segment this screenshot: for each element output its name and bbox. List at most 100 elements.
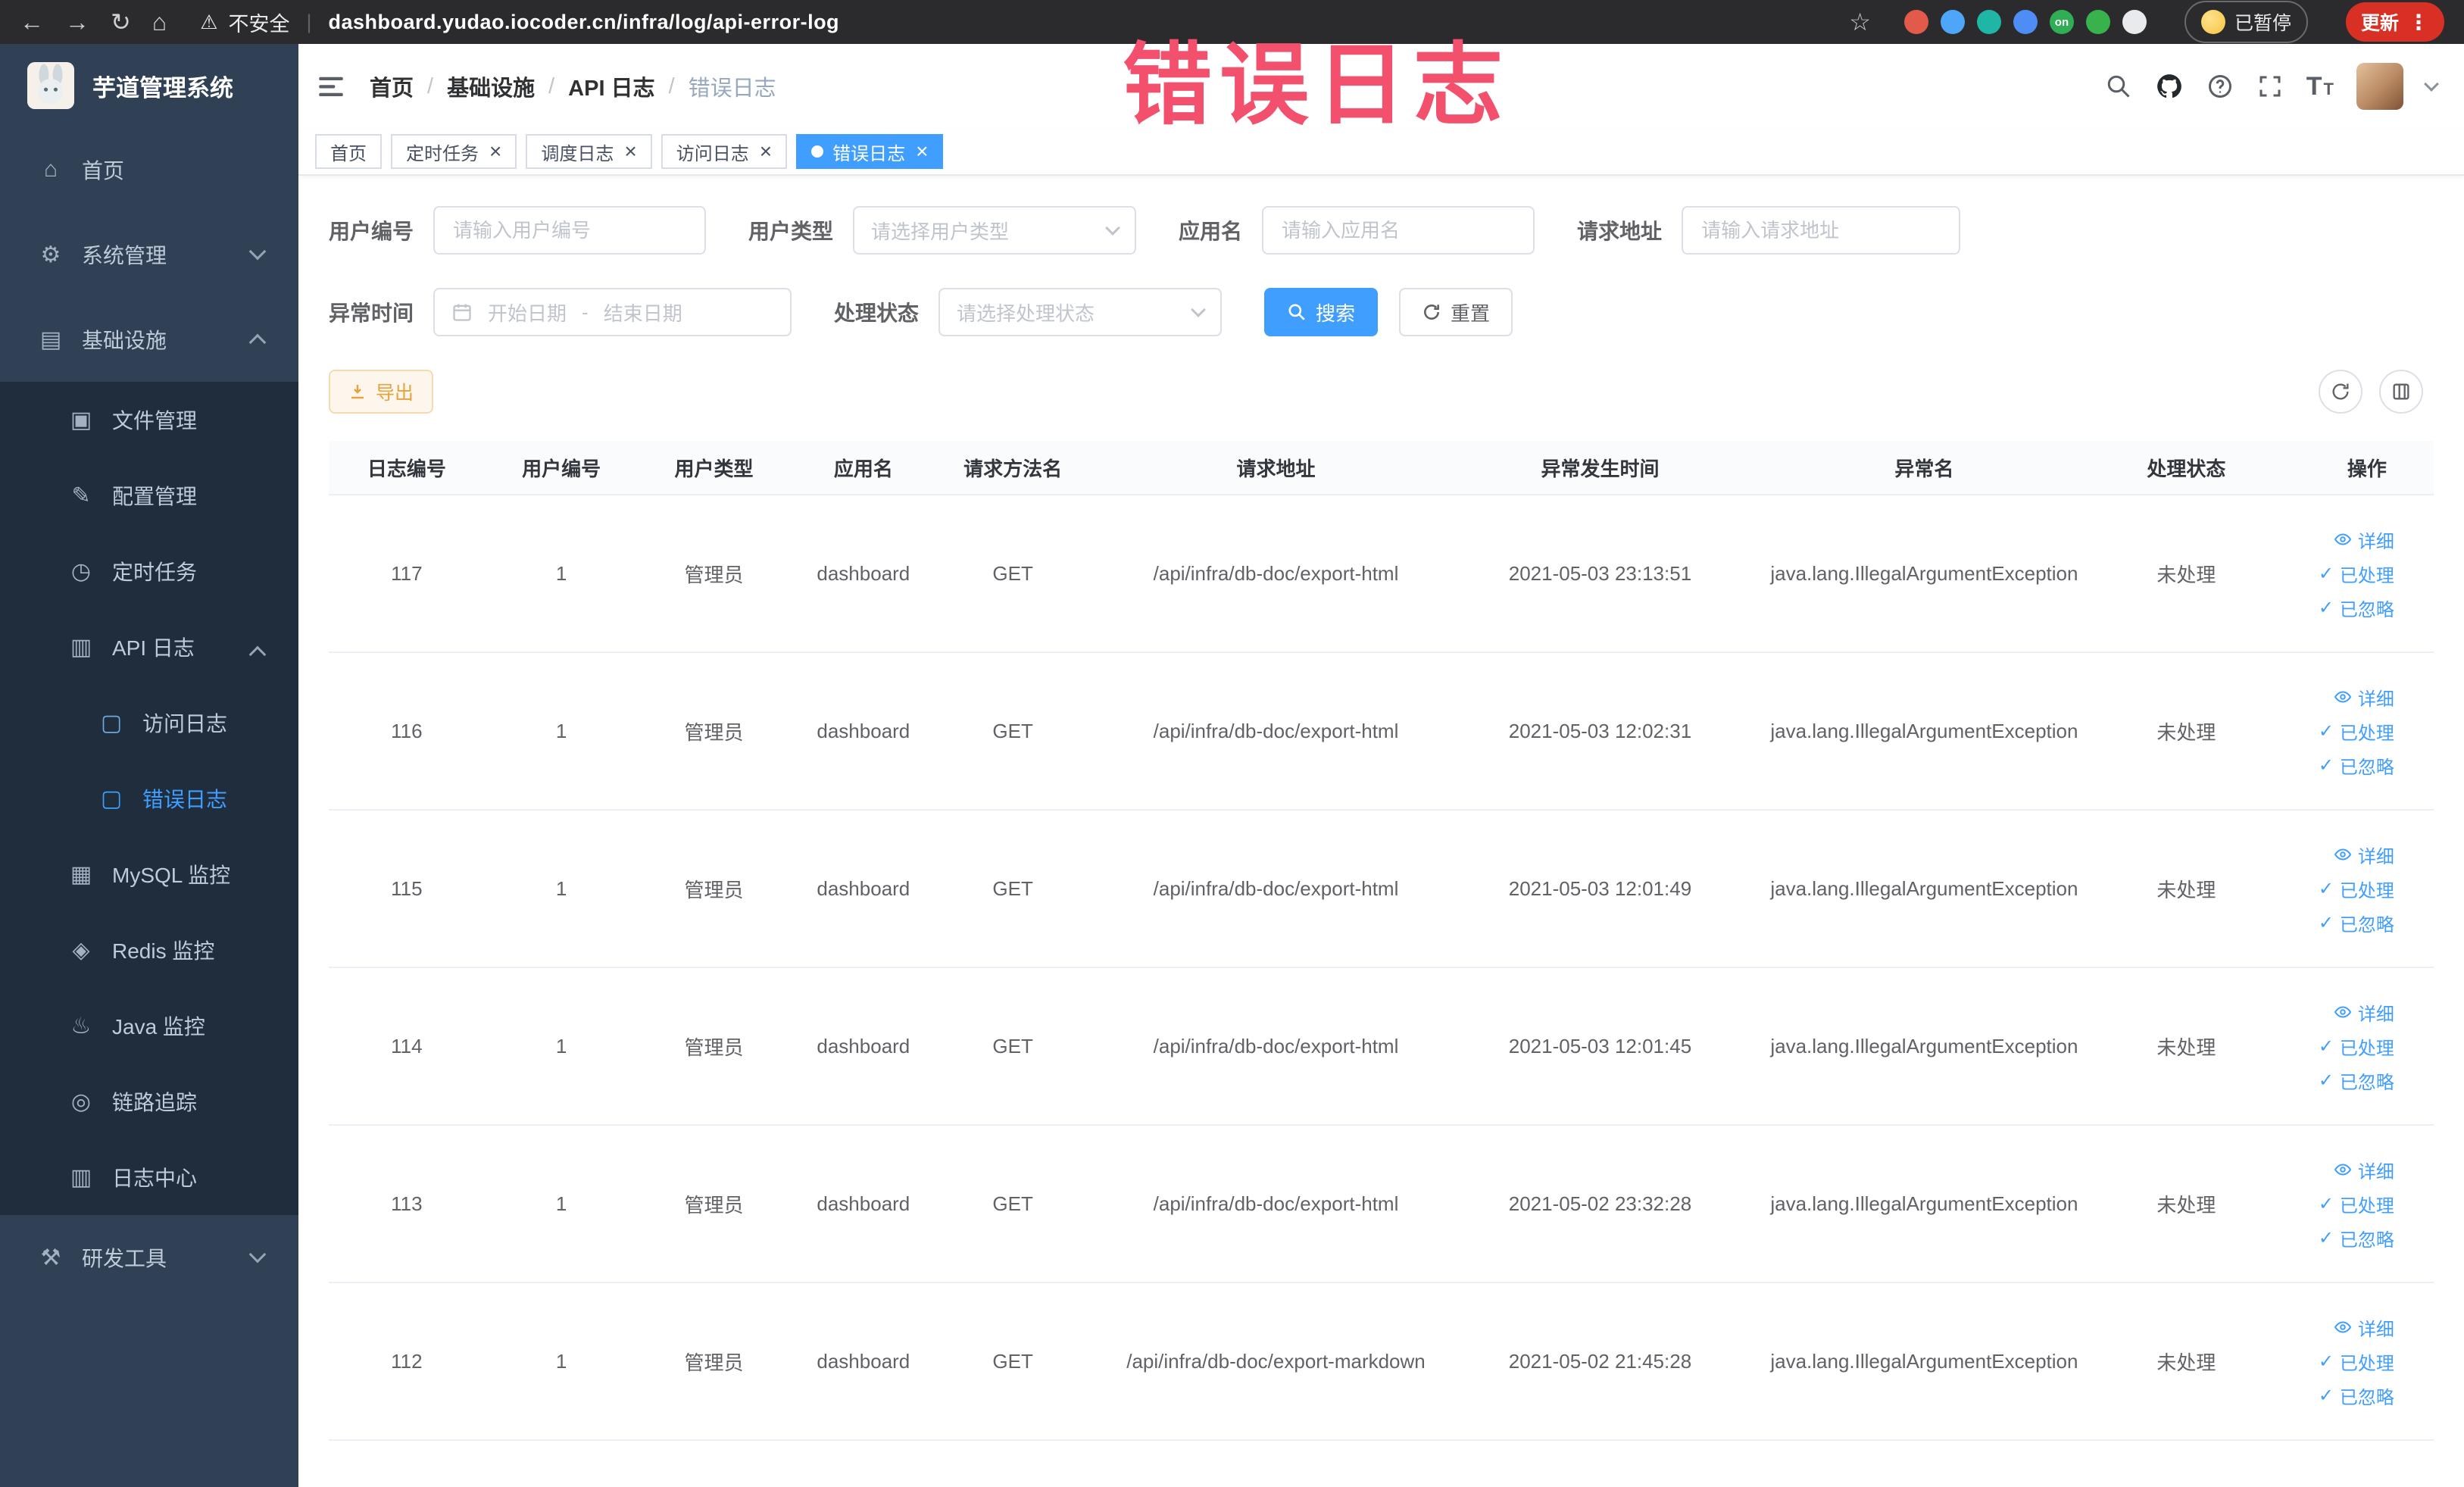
cell-id: 112 <box>391 1349 423 1373</box>
app-header: 首页 / 基础设施 / API 日志 / 错误日志 TT <box>298 44 2464 129</box>
export-button[interactable]: 导出 <box>329 370 434 414</box>
app-name-input[interactable] <box>1262 206 1535 255</box>
sidebar-item-infrastructure[interactable]: ▤ 基础设施 <box>0 297 298 382</box>
request-url-input[interactable] <box>1682 206 1961 255</box>
sidebar-item-system-management[interactable]: ⚙ 系统管理 <box>0 212 298 297</box>
action-label: 已忽略 <box>2339 1072 2394 1093</box>
fullscreen-icon[interactable] <box>2256 73 2284 100</box>
extension-icon[interactable] <box>2085 10 2110 34</box>
help-icon[interactable] <box>2206 73 2234 100</box>
close-icon[interactable]: × <box>916 141 928 162</box>
forward-icon[interactable]: → <box>65 10 89 34</box>
detail-link[interactable]: 详细 <box>2334 999 2394 1026</box>
ignored-link[interactable]: ✓ 已忽略 <box>2319 1382 2394 1409</box>
cell-status: 未处理 <box>2156 1193 2216 1217</box>
extension-icon[interactable] <box>2013 10 2038 34</box>
cell-url: /api/infra/db-doc/export-html <box>1153 719 1399 742</box>
ignored-link[interactable]: ✓ 已忽略 <box>2319 752 2394 779</box>
search-icon[interactable] <box>2105 73 2132 100</box>
extension-icon[interactable] <box>2122 10 2147 34</box>
processed-link[interactable]: ✓ 已处理 <box>2319 1191 2394 1217</box>
security-label: 不安全 <box>228 12 290 36</box>
sidebar-item-log-center[interactable]: ▥ 日志中心 <box>0 1139 298 1215</box>
ignored-link[interactable]: ✓ 已忽略 <box>2319 595 2394 621</box>
tab-access-log[interactable]: 访问日志 × <box>661 134 788 169</box>
tab-home[interactable]: 首页 <box>315 134 382 169</box>
sidebar-item-home[interactable]: ⌂ 首页 <box>0 127 298 212</box>
action-label: 已忽略 <box>2339 599 2394 620</box>
bookmark-star-icon[interactable]: ☆ <box>1849 10 1871 34</box>
active-tab-dot <box>811 145 824 158</box>
update-button[interactable]: 更新 ⋮ <box>2345 2 2444 42</box>
processed-link[interactable]: ✓ 已处理 <box>2319 718 2394 745</box>
ignored-link[interactable]: ✓ 已忽略 <box>2319 1067 2394 1094</box>
extension-icon[interactable]: on <box>2049 10 2074 34</box>
check-icon: ✓ <box>2318 597 2334 618</box>
chevron-down-icon[interactable] <box>2424 77 2439 92</box>
github-icon[interactable] <box>2155 72 2184 101</box>
browser-home-icon[interactable]: ⌂ <box>152 10 167 34</box>
sidebar-item-redis-monitor[interactable]: ◈ Redis 监控 <box>0 912 298 988</box>
sidebar-item-label: 基础设施 <box>82 329 167 352</box>
sidebar-item-scheduled-tasks[interactable]: ◷ 定时任务 <box>0 533 298 609</box>
sidebar-item-link-tracing[interactable]: ◎ 链路追踪 <box>0 1064 298 1139</box>
start-date-placeholder: 开始日期 <box>488 301 567 325</box>
reset-button[interactable]: 重置 <box>1399 288 1513 336</box>
detail-link[interactable]: 详细 <box>2334 1157 2394 1183</box>
reload-icon[interactable]: ↻ <box>111 10 131 34</box>
refresh-button[interactable] <box>2319 370 2363 414</box>
detail-link[interactable]: 详细 <box>2334 842 2394 868</box>
process-status-select[interactable]: 请选择处理状态 <box>938 288 1223 336</box>
sidebar-item-error-log[interactable]: ▢ 错误日志 <box>0 761 298 836</box>
address-bar[interactable]: ⚠ 不安全 | dashboard.yudao.iocoder.cn/infra… <box>200 8 839 37</box>
cell-exception: java.lang.IllegalArgumentException <box>1770 1034 2078 1057</box>
breadcrumb-item[interactable]: API 日志 <box>568 70 654 102</box>
user-id-input[interactable] <box>433 206 707 255</box>
infra-icon: ▤ <box>39 326 62 352</box>
tab-scheduled-tasks[interactable]: 定时任务 × <box>391 134 517 169</box>
user-type-select[interactable]: 请选择用户类型 <box>853 206 1137 255</box>
column-settings-button[interactable] <box>2379 370 2423 414</box>
processed-link[interactable]: ✓ 已处理 <box>2319 561 2394 587</box>
close-icon[interactable]: × <box>624 141 636 162</box>
cell-app: dashboard <box>817 1192 910 1215</box>
check-icon: ✓ <box>2318 1193 2334 1214</box>
detail-link[interactable]: 详细 <box>2334 1314 2394 1341</box>
processed-link[interactable]: ✓ 已处理 <box>2319 1033 2394 1060</box>
extension-icon[interactable] <box>1903 10 1928 34</box>
sidebar-item-dev-tools[interactable]: ⚒ 研发工具 <box>0 1215 298 1300</box>
redis-icon: ◈ <box>72 937 90 963</box>
app-logo[interactable]: 芋道管理系统 <box>0 44 298 127</box>
exception-time-range[interactable]: 开始日期 - 结束日期 <box>433 288 792 336</box>
avatar[interactable] <box>2356 63 2403 110</box>
tab-error-log[interactable]: 错误日志 × <box>796 134 944 169</box>
close-icon[interactable]: × <box>760 141 772 162</box>
extension-icon[interactable] <box>1940 10 1965 34</box>
tab-schedule-log[interactable]: 调度日志 × <box>526 134 652 169</box>
ignored-link[interactable]: ✓ 已忽略 <box>2319 910 2394 936</box>
processed-link[interactable]: ✓ 已处理 <box>2319 1348 2394 1375</box>
breadcrumb-item[interactable]: 基础设施 <box>447 70 535 102</box>
sidebar-item-api-log[interactable]: ▥ API 日志 <box>0 609 298 685</box>
paused-button[interactable]: 已暂停 <box>2184 1 2308 43</box>
extension-icon[interactable] <box>1976 10 2001 34</box>
filter-label: 异常时间 <box>329 301 414 325</box>
sidebar-item-file-management[interactable]: ▣ 文件管理 <box>0 382 298 458</box>
check-icon: ✓ <box>2318 563 2334 584</box>
ignored-link[interactable]: ✓ 已忽略 <box>2319 1225 2394 1251</box>
table-row: 113 1 管理员 dashboard GET/api/infra/db-doc/exp… <box>329 1126 2434 1283</box>
sidebar-item-java-monitor[interactable]: ♨ Java 监控 <box>0 988 298 1064</box>
detail-link[interactable]: 详细 <box>2334 684 2394 711</box>
hamburger-icon[interactable] <box>315 70 347 102</box>
processed-link[interactable]: ✓ 已处理 <box>2319 876 2394 902</box>
detail-link[interactable]: 详细 <box>2334 526 2394 553</box>
cell-url: /api/infra/db-doc/export-html <box>1153 1192 1399 1215</box>
back-icon[interactable]: ← <box>20 10 44 34</box>
sidebar-item-mysql-monitor[interactable]: ▦ MySQL 监控 <box>0 836 298 912</box>
search-button[interactable]: 搜索 <box>1264 288 1379 336</box>
sidebar-item-access-log[interactable]: ▢ 访问日志 <box>0 685 298 761</box>
font-size-icon[interactable]: TT <box>2306 72 2334 102</box>
close-icon[interactable]: × <box>489 141 501 162</box>
sidebar-item-config-management[interactable]: ✎ 配置管理 <box>0 458 298 533</box>
breadcrumb-item[interactable]: 首页 <box>370 70 414 102</box>
